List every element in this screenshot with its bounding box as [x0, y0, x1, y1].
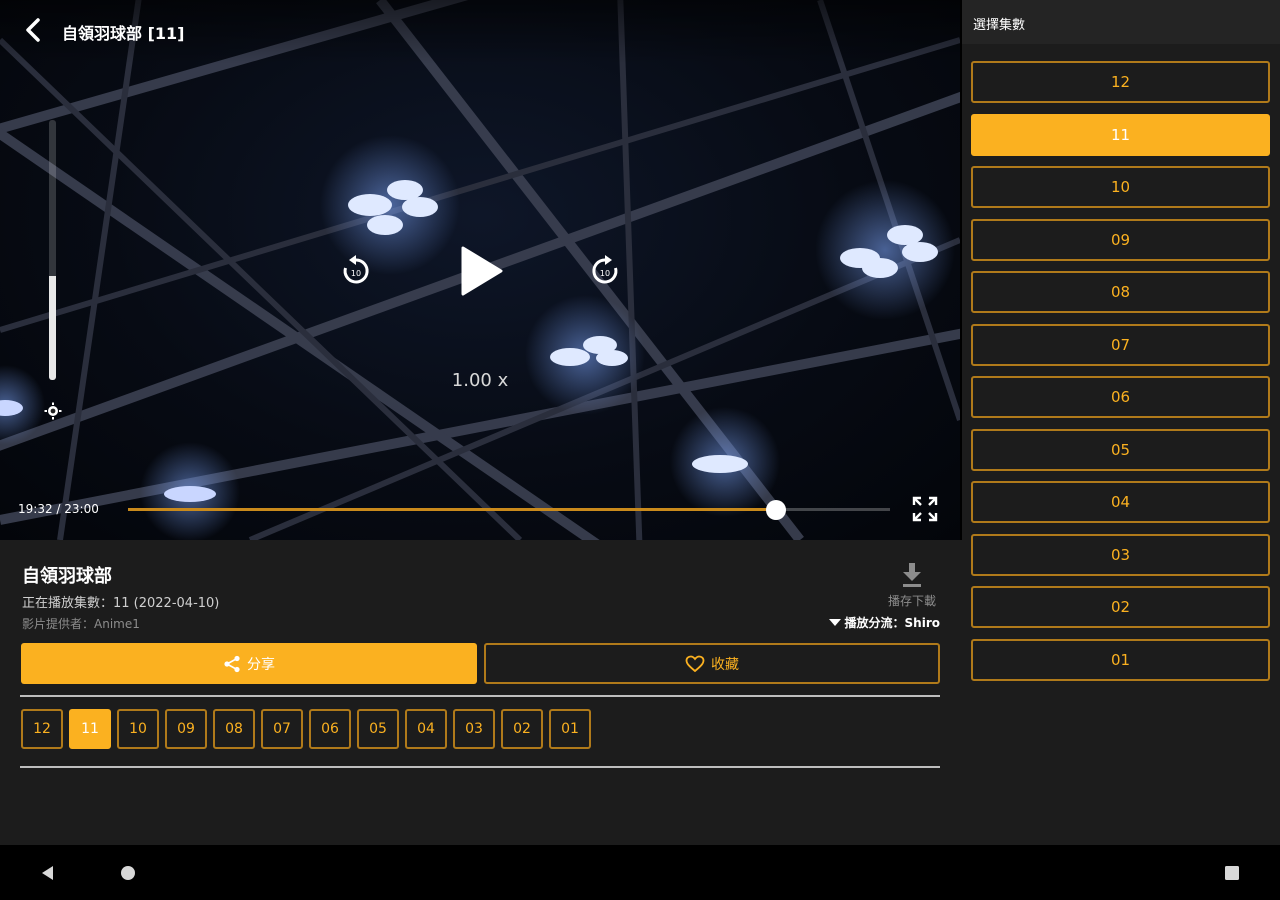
- fullscreen-icon[interactable]: [911, 495, 939, 523]
- favorite-button[interactable]: 收藏: [484, 643, 940, 684]
- provider-text: 影片提供者：Anime1: [22, 617, 140, 631]
- nav-back-icon[interactable]: [40, 865, 56, 881]
- episode-chip[interactable]: 01: [549, 709, 591, 749]
- episode-list-item[interactable]: 01: [971, 638, 1270, 681]
- episode-chip[interactable]: 06: [309, 709, 351, 749]
- download-icon: [901, 562, 923, 588]
- episode-list-item[interactable]: 08: [971, 271, 1270, 313]
- episode-chip[interactable]: 09: [165, 709, 207, 749]
- nav-home-icon[interactable]: [120, 865, 136, 881]
- anime-title: 自領羽球部: [22, 566, 112, 587]
- video-title: 自領羽球部 [11]: [62, 24, 185, 43]
- share-button[interactable]: 分享: [21, 643, 477, 684]
- episode-list-item[interactable]: 04: [971, 481, 1270, 523]
- video-player[interactable]: 自領羽球部 [11] 10 10 1.00 x 19:32 / 23:00: [0, 0, 960, 540]
- brightness-slider[interactable]: [49, 120, 56, 380]
- anime-info-section: 自領羽球部 正在播放集數：11 (2022-04-10) 影片提供者：Anime…: [0, 540, 962, 845]
- dropdown-triangle-icon: [828, 619, 841, 626]
- brightness-level: [49, 276, 56, 380]
- episode-list-item[interactable]: 03: [971, 533, 1270, 576]
- share-icon: [224, 655, 240, 672]
- episode-list-item[interactable]: 09: [971, 218, 1270, 261]
- brightness-icon: [44, 402, 62, 420]
- heart-icon: [685, 655, 705, 672]
- panel-header: 選擇集數: [962, 0, 1280, 44]
- episode-chip[interactable]: 03: [453, 709, 495, 749]
- episode-chip[interactable]: 11: [69, 709, 111, 749]
- seek-progress: [128, 508, 776, 511]
- nav-recents-icon[interactable]: [1224, 865, 1240, 881]
- episode-list: 12 11 10 09 08 07 06 05 04 03 02 01: [971, 61, 1270, 691]
- divider: [20, 766, 940, 768]
- player-top-bar: 自領羽球部 [11]: [0, 0, 960, 64]
- episode-chip[interactable]: 07: [261, 709, 303, 749]
- seek-thumb[interactable]: [765, 500, 786, 520]
- divider: [20, 695, 940, 697]
- episode-chip[interactable]: 02: [501, 709, 543, 749]
- seek-bar[interactable]: [128, 500, 890, 520]
- episode-panel: 選擇集數 12 11 10 09 08 07 06 05 04 03 02 01: [962, 0, 1280, 845]
- download-label: 播存下載: [887, 594, 936, 608]
- download-button[interactable]: 播存下載: [880, 562, 944, 609]
- episode-chip[interactable]: 04: [405, 709, 447, 749]
- share-label: 分享: [247, 656, 275, 673]
- episode-list-item[interactable]: 10: [971, 166, 1270, 208]
- episode-chip[interactable]: 08: [213, 709, 255, 749]
- episode-list-item[interactable]: 05: [971, 428, 1270, 471]
- system-nav-bar: [0, 845, 1280, 900]
- source-selector[interactable]: 播放分流：Shiro: [828, 614, 940, 631]
- episode-chip[interactable]: 10: [117, 709, 159, 749]
- svg-text:10: 10: [600, 269, 610, 278]
- svg-text:10: 10: [351, 269, 361, 278]
- source-label: 播放分流：Shiro: [844, 616, 940, 630]
- playback-speed[interactable]: 1.00 x: [430, 370, 530, 391]
- episode-list-item[interactable]: 02: [971, 586, 1270, 628]
- episode-chip[interactable]: 05: [357, 709, 399, 749]
- episode-list-item[interactable]: 11: [971, 113, 1270, 156]
- favorite-label: 收藏: [711, 656, 739, 673]
- time-display: 19:32 / 23:00: [18, 502, 99, 516]
- panel-title: 選擇集數: [973, 18, 1026, 33]
- play-icon[interactable]: [455, 244, 507, 298]
- now-playing-text: 正在播放集數：11 (2022-04-10): [22, 596, 220, 611]
- forward-10-icon[interactable]: 10: [587, 253, 623, 289]
- episode-list-item[interactable]: 12: [971, 61, 1270, 103]
- episode-list-item[interactable]: 07: [971, 323, 1270, 366]
- rewind-10-icon[interactable]: 10: [338, 253, 374, 289]
- episode-list-item[interactable]: 06: [971, 376, 1270, 418]
- episode-chip-row: 12 11 10 09 08 07 06 05 04 03 02 01: [21, 709, 591, 749]
- back-arrow-icon[interactable]: [18, 14, 50, 46]
- episode-chip[interactable]: 12: [21, 709, 63, 749]
